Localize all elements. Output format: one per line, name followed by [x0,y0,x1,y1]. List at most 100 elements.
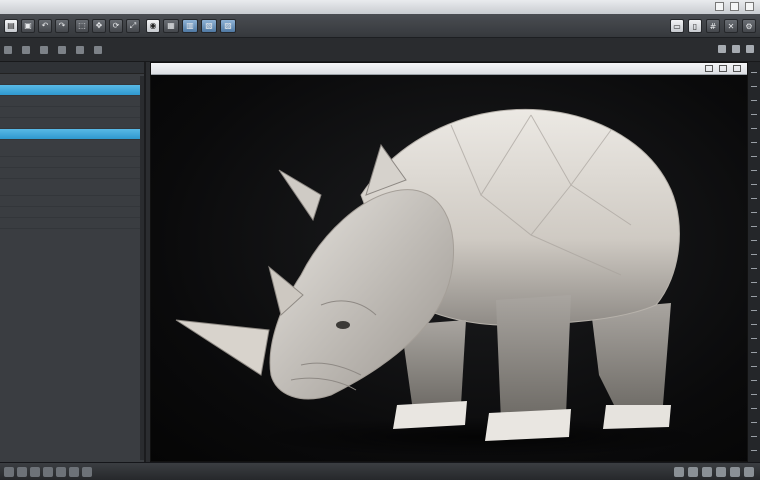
outliner-row[interactable] [0,185,144,196]
status-icon[interactable] [82,466,92,477]
close-button[interactable] [745,2,754,11]
secondary-toolbar-right [718,45,754,53]
secondary-tool-5[interactable] [76,45,86,54]
status-icon[interactable] [43,466,53,477]
ruler-tick [751,114,757,115]
status-icon[interactable] [744,467,754,477]
outliner-row[interactable] [0,107,144,118]
light-icon[interactable]: ▥ [182,18,198,33]
select-icon[interactable]: ⬚ [75,18,89,33]
move-icon[interactable]: ✥ [92,18,106,33]
ruler-tick [751,366,757,367]
ruler-tick [751,296,757,297]
outliner-row[interactable] [0,168,144,179]
material-icon[interactable]: ▧ [201,18,217,33]
ruler-tick [751,422,757,423]
front-foot-left [393,401,467,429]
outliner-row[interactable] [0,85,144,96]
outliner-row[interactable] [0,196,144,207]
save-icon[interactable]: ▣ [21,18,35,33]
rotate-icon[interactable]: ⟳ [109,18,123,33]
grid-icon[interactable]: # [706,19,720,33]
viewport-option-icon[interactable] [733,65,741,72]
minimize-button[interactable] [715,2,724,11]
ruler-tick [751,380,757,381]
redo-icon[interactable]: ↷ [55,18,69,33]
ruler-tick [751,240,757,241]
outliner-row[interactable] [0,146,144,157]
status-right-tools [674,467,754,477]
secondary-tool-1[interactable] [4,45,14,54]
file-tools: ▤ ▣ ↶ ↷ [4,18,69,33]
tool-icon [4,45,12,54]
viewport-header [151,63,747,75]
ruler-tick [751,338,757,339]
ruler-tick [751,324,757,325]
snap-icon[interactable]: ✕ [724,19,738,33]
panel-toggle-icon[interactable] [746,45,754,53]
status-icon[interactable] [17,466,27,477]
outliner-row[interactable] [0,218,144,229]
undo-icon[interactable]: ↶ [38,18,52,33]
status-icon[interactable] [702,467,712,477]
camera-icon[interactable]: ▦ [163,18,179,33]
outliner-scrollbar[interactable] [140,76,144,460]
ruler-tick [751,394,757,395]
view-icon[interactable]: ▭ [670,19,684,33]
status-icon[interactable] [69,466,79,477]
settings-icon[interactable]: ⚙ [742,19,756,33]
secondary-tool-3[interactable] [40,45,50,54]
panel-toggle-icon[interactable] [732,45,740,53]
status-icon[interactable] [688,467,698,477]
front-leg-right [496,295,571,421]
status-icon[interactable] [4,466,14,477]
ruler-tick [751,72,757,73]
ruler-tick [751,142,757,143]
status-icon[interactable] [674,467,684,477]
layout-icon[interactable]: ▯ [688,19,702,33]
maximize-button[interactable] [730,2,739,11]
rhino-eye [336,321,350,329]
outliner-row[interactable] [0,96,144,107]
status-icon[interactable] [30,466,40,477]
status-icon[interactable] [56,466,66,477]
secondary-toolbar [0,38,760,62]
outliner-row[interactable] [0,118,144,129]
ruler-tick [751,156,757,157]
ruler-tick [751,254,757,255]
outliner-row[interactable] [0,74,144,85]
status-icon[interactable] [716,467,726,477]
transform-tools: ⬚ ✥ ⟳ ⤢ [75,18,140,33]
window-titlebar [0,0,760,14]
rhino-ear-left [278,169,322,222]
ruler-tick [751,282,757,283]
secondary-tool-6[interactable] [94,45,104,54]
scale-icon[interactable]: ⤢ [126,18,140,33]
rhino-model[interactable] [151,75,749,463]
rear-leg [591,303,671,415]
display-icon[interactable]: ▨ [220,18,236,33]
ruler-tick [751,226,757,227]
status-icon[interactable] [730,467,740,477]
viewport-option-icon[interactable] [719,65,727,72]
ruler-tick [751,408,757,409]
ruler-tick [751,268,757,269]
viewport-option-icon[interactable] [705,65,713,72]
ruler-tick [751,450,757,451]
file-icon[interactable]: ▤ [4,18,18,33]
main-toolbar: ▤ ▣ ↶ ↷ ⬚ ✥ ⟳ ⤢ ◉ ▦ ▥ ▧ ▨ ▭ ▯ # ✕ ⚙ [0,14,760,38]
3d-viewport[interactable] [150,62,748,462]
secondary-tool-2[interactable] [22,45,32,54]
front-foot-right [485,409,571,441]
panel-toggle-icon[interactable] [718,45,726,53]
status-bar [0,462,760,480]
outliner-list [0,74,144,229]
secondary-tool-4[interactable] [58,45,68,54]
outliner-row[interactable] [0,207,144,218]
render-icon[interactable]: ◉ [146,18,160,33]
outliner-row[interactable] [0,129,144,140]
ruler-tick [751,310,757,311]
ruler-tick [751,184,757,185]
outliner-row[interactable] [0,157,144,168]
rear-foot [603,405,671,429]
